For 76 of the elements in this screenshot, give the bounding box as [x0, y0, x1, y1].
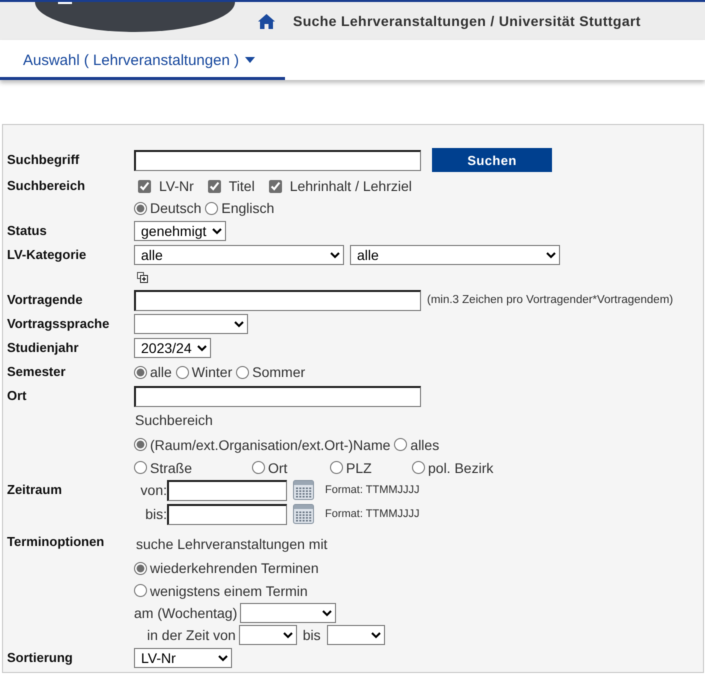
option-label: Titel [228, 178, 255, 194]
field-label: Vortragssprache [7, 315, 110, 333]
option-label: wenigstens einem Termin [150, 582, 308, 598]
home-icon[interactable] [258, 14, 275, 28]
input-field[interactable] [167, 504, 287, 524]
radio-button[interactable] [252, 461, 265, 474]
radio-button[interactable] [134, 584, 147, 597]
radio-button[interactable] [134, 461, 147, 474]
field-label: Semester [7, 363, 67, 381]
radio-button[interactable] [394, 438, 408, 451]
option-label: (Raum/ext.Organisation/ext.Ort-)Name [150, 436, 390, 452]
field-label: Sortierung [7, 649, 74, 667]
radio-button[interactable] [134, 202, 147, 214]
field-label: Suchbegriff [7, 151, 80, 169]
field-label: Vortragende [7, 291, 84, 309]
field-label: Suchbereich [7, 177, 86, 195]
option-label: LV-Nr [159, 178, 194, 194]
input-field[interactable] [167, 480, 287, 500]
add-icon[interactable] [137, 272, 148, 283]
option-label: Winter [192, 364, 232, 380]
date-label: bis: [144, 506, 167, 522]
checkbox[interactable] [268, 180, 282, 192]
dropdown[interactable]: genehmigt [134, 221, 226, 241]
page-title: Suche Lehrveranstaltungen / Universität Stuttgart [293, 13, 641, 29]
checkbox[interactable] [208, 180, 221, 192]
dropdown[interactable]: LV-Nr [134, 648, 232, 668]
date-label: von: [140, 482, 167, 498]
field-label: Studienjahr [7, 339, 80, 357]
caret-icon [244, 57, 255, 63]
dropdown[interactable]: 2023/24 [134, 338, 211, 358]
option-label: PLZ [346, 460, 372, 476]
radio-button[interactable] [236, 366, 250, 378]
input-field[interactable] [134, 290, 421, 310]
radio-button[interactable] [205, 202, 218, 214]
radio-button[interactable] [134, 438, 147, 451]
input-field[interactable] [134, 150, 421, 170]
option-label: pol. Bezirk [428, 460, 494, 476]
field-label: am (Wochentag) [134, 604, 238, 620]
checkbox[interactable] [138, 180, 151, 192]
option-label: Ort [268, 460, 288, 476]
field-label: Status [7, 222, 48, 240]
option-label: Englisch [221, 200, 274, 216]
field-label: LV-Kategorie [7, 246, 88, 264]
radio-button[interactable] [134, 562, 147, 574]
option-label: alle [150, 364, 172, 380]
option-label: Lehrinhalt / Lehrziel [290, 178, 412, 194]
dropdown[interactable] [238, 625, 297, 645]
section-caption: Suchbereich [135, 412, 213, 428]
dropdown[interactable] [240, 602, 336, 622]
dropdown[interactable]: alle [350, 245, 560, 265]
field-label: Zeitraum [7, 481, 63, 499]
radio-button[interactable] [412, 461, 425, 474]
hint-text: (min.3 Zeichen pro Vortragender*Vortragendem) [427, 294, 674, 306]
option-label: alles [410, 436, 440, 452]
radio-button[interactable] [176, 366, 189, 378]
input-field[interactable] [134, 386, 421, 406]
dropdown[interactable] [326, 625, 385, 645]
format-hint: Format: TTMMJJJJ [325, 508, 420, 520]
radio-button[interactable] [134, 366, 147, 378]
section-caption: suche Lehrveranstaltungen mit [136, 536, 328, 552]
option-label: Deutsch [150, 200, 202, 216]
field-label: bis [302, 627, 321, 643]
search-button[interactable]: Suchen [432, 148, 552, 172]
dropdown[interactable] [134, 314, 248, 334]
field-label: Ort [7, 387, 28, 405]
menu-tab[interactable]: Auswahl ( Lehrveranstaltungen ) [0, 40, 285, 80]
field-label: in der Zeit von [147, 627, 236, 643]
dropdown[interactable]: alle [134, 245, 344, 265]
option-label: Sommer [252, 364, 306, 380]
radio-button[interactable] [330, 461, 343, 474]
option-label: Straße [150, 460, 192, 476]
calendar-icon[interactable] [293, 504, 314, 524]
format-hint: Format: TTMMJJJJ [325, 484, 420, 496]
field-label: Terminoptionen [7, 533, 106, 551]
option-label: wiederkehrenden Terminen [150, 560, 319, 576]
calendar-icon[interactable] [293, 480, 314, 500]
